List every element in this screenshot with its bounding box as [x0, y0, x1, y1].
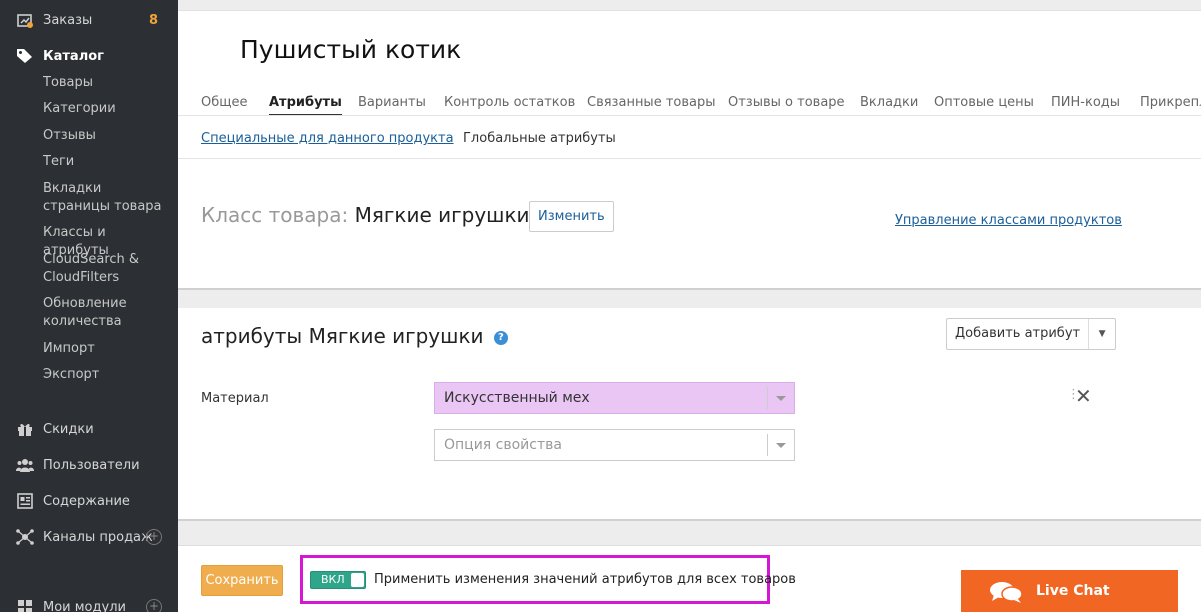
chat-bubbles-icon — [989, 580, 1023, 608]
live-chat-button[interactable]: Live Chat — [961, 570, 1178, 612]
help-icon[interactable]: ? — [493, 330, 508, 345]
sidebar-subitem-product-tabs[interactable]: Вкладки страницы товара — [43, 180, 168, 216]
attributes-title-text: атрибуты Мягкие игрушки — [201, 324, 484, 348]
notification-dot — [27, 22, 33, 28]
highlight-box: ВКЛ Применить изменения значений атрибут… — [300, 555, 796, 604]
sidebar-item-content[interactable]: Содержание — [0, 492, 178, 510]
toggle-label: ВКЛ — [321, 573, 345, 586]
select-separator — [767, 387, 768, 409]
bottom-action-bar: Сохранить ВКЛ Применить изменения значен… — [178, 545, 1201, 612]
live-chat-label: Live Chat — [1036, 583, 1110, 599]
tab-tabs[interactable]: Вкладки — [860, 95, 918, 114]
product-header-panel: Пушистый котик Общее Атрибуты Варианты К… — [178, 10, 1201, 290]
attribute-value-text: Искусственный мех — [444, 390, 590, 406]
change-class-button[interactable]: Изменить — [529, 201, 614, 232]
sidebar-item-label: Пользователи — [43, 457, 140, 473]
sidebar-subitem-tags[interactable]: Теги — [43, 153, 168, 171]
sidebar-item-users[interactable]: Пользователи — [0, 456, 178, 474]
sidebar-item-label: Каналы продаж — [43, 529, 153, 545]
tabs-divider — [178, 115, 1201, 116]
save-button[interactable]: Сохранить — [201, 565, 283, 596]
product-class-label: Класс товара: — [201, 203, 349, 227]
close-icon[interactable]: ✕ — [1075, 384, 1092, 408]
sidebar-subitem-export[interactable]: Экспорт — [43, 366, 168, 384]
add-attribute-label[interactable]: Добавить атрибут — [947, 319, 1090, 349]
add-channel-icon[interactable]: + — [146, 529, 162, 545]
toggle-knob — [351, 573, 364, 587]
product-class-value: Мягкие игрушки — [354, 203, 530, 227]
sidebar-item-label: Заказы — [43, 12, 93, 28]
select-separator — [767, 434, 768, 456]
sidebar-item-label: Каталог — [43, 48, 104, 64]
sidebar-subitem-categories[interactable]: Категории — [43, 100, 168, 118]
sidebar-item-catalog[interactable]: Каталог — [0, 47, 178, 65]
product-class-row: Класс товара: Мягкие игрушки — [201, 203, 530, 227]
tab-general[interactable]: Общее — [201, 95, 248, 114]
modules-icon — [16, 598, 34, 612]
sidebar-subitem-reviews[interactable]: Отзывы — [43, 127, 168, 145]
attributes-title: атрибуты Мягкие игрушки ? — [201, 324, 508, 348]
add-attribute-button[interactable]: Добавить атрибут ▼ — [946, 318, 1117, 350]
tab-attributes[interactable]: Атрибуты — [269, 95, 342, 116]
sidebar-item-label: Мои модули — [43, 599, 126, 612]
attribute-name-label: Материал — [201, 391, 269, 406]
tab-pin-codes[interactable]: ПИН-коды — [1051, 95, 1120, 114]
tab-variants[interactable]: Варианты — [358, 95, 426, 114]
tab-wholesale-prices[interactable]: Оптовые цены — [934, 95, 1034, 114]
gift-icon — [16, 420, 34, 438]
tab-related-products[interactable]: Связанные товары — [587, 95, 716, 114]
orders-count-badge: 8 — [148, 12, 158, 28]
sidebar-item-sales-channels[interactable]: Каналы продаж + — [0, 528, 178, 546]
sidebar-subitem-quantity-update[interactable]: Обновление количества — [43, 295, 168, 331]
sidebar-item-label: Содержание — [43, 493, 130, 509]
tab-product-reviews[interactable]: Отзывы о товаре — [728, 95, 845, 114]
apply-all-toggle[interactable]: ВКЛ — [310, 571, 366, 589]
chevron-down-icon[interactable]: ▼ — [1089, 319, 1115, 349]
sidebar: Заказы 8 Каталог Товары Категории Отзывы… — [0, 0, 178, 612]
main-content: Пушистый котик Общее Атрибуты Варианты К… — [178, 0, 1201, 612]
subtab-specific-attributes[interactable]: Специальные для данного продукта — [201, 131, 454, 146]
users-icon — [16, 456, 34, 474]
property-option-placeholder: Опция свойства — [444, 437, 562, 453]
subtabs-divider — [178, 158, 1201, 159]
sidebar-item-discounts[interactable]: Скидки — [0, 420, 178, 438]
attributes-panel: атрибуты Мягкие игрушки ? Добавить атриб… — [178, 308, 1201, 521]
tab-attachments[interactable]: Прикрепл — [1140, 95, 1201, 114]
sidebar-subitem-import[interactable]: Импорт — [43, 340, 168, 358]
add-module-icon[interactable]: + — [146, 599, 162, 612]
sidebar-subitem-cloudsearch[interactable]: CloudSearch & CloudFilters — [43, 251, 168, 287]
chevron-down-icon — [776, 443, 786, 448]
tab-stock-control[interactable]: Контроль остатков — [444, 95, 575, 114]
tags-icon — [16, 47, 34, 65]
sidebar-item-label: Скидки — [43, 421, 94, 437]
content-icon — [16, 492, 34, 510]
attribute-value-select[interactable]: Искусственный мех — [434, 382, 795, 414]
sidebar-item-my-modules[interactable]: Мои модули + — [0, 598, 178, 612]
toggle-description: Применить изменения значений атрибутов д… — [374, 572, 796, 587]
network-icon — [16, 528, 34, 546]
sidebar-subitem-products[interactable]: Товары — [43, 74, 168, 92]
page-title: Пушистый котик — [240, 35, 462, 64]
property-option-select[interactable]: Опция свойства — [434, 429, 795, 461]
chevron-down-icon — [776, 396, 786, 401]
subtab-global-attributes[interactable]: Глобальные атрибуты — [463, 131, 616, 146]
manage-product-classes-link[interactable]: Управление классами продуктов — [895, 213, 1122, 228]
sidebar-item-orders[interactable]: Заказы 8 — [0, 11, 178, 29]
